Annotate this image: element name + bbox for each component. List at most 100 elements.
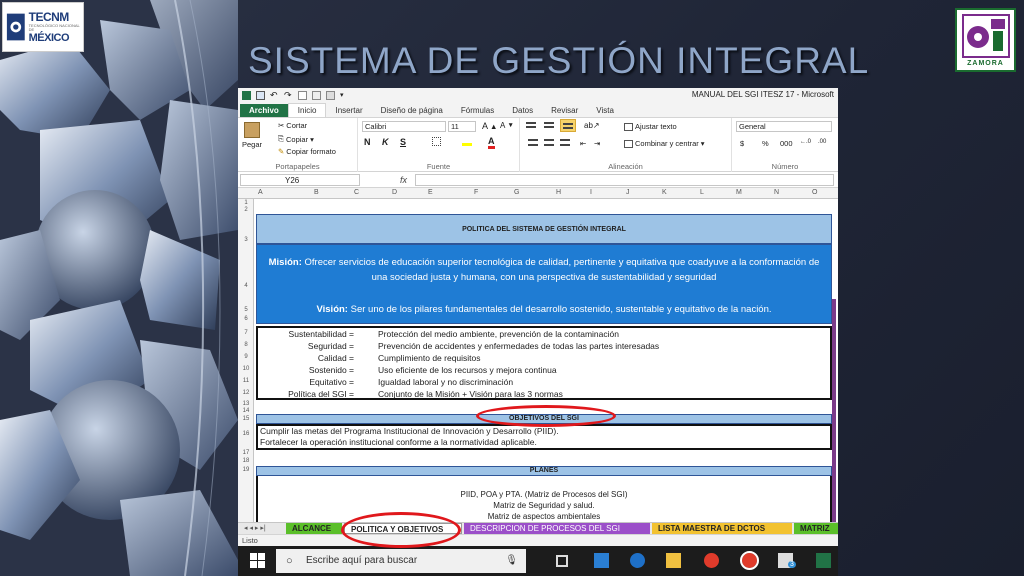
font-size-select[interactable]: 11	[448, 121, 476, 132]
chrome-icon[interactable]	[704, 553, 719, 568]
sheet-tab-alcance[interactable]: ALCANCE	[286, 523, 342, 534]
column-header[interactable]: J	[626, 189, 630, 196]
row-header[interactable]: 19	[238, 467, 254, 473]
align-center-button[interactable]	[544, 139, 554, 146]
column-header[interactable]: K	[662, 189, 667, 196]
objectives-box[interactable]: Cumplir las metas del Programa Instituci…	[256, 424, 832, 450]
font-color-button[interactable]: A	[488, 136, 495, 149]
column-header[interactable]: O	[812, 189, 817, 196]
new-file-icon[interactable]	[298, 90, 307, 100]
save-icon[interactable]	[256, 90, 265, 100]
redo-icon[interactable]: ↷	[284, 90, 293, 100]
row-header[interactable]: 16	[238, 431, 254, 437]
percent-button[interactable]: %	[762, 139, 769, 148]
sheet-tab-matriz[interactable]: MATRIZ	[794, 523, 838, 534]
customize-qat-icon[interactable]: ▾	[340, 91, 349, 100]
column-header[interactable]: A	[258, 189, 263, 196]
align-right-button[interactable]	[560, 139, 570, 146]
column-header[interactable]: H	[556, 189, 561, 196]
underline-button[interactable]: S	[400, 137, 406, 147]
row-header[interactable]: 3	[238, 237, 254, 243]
policy-header-cell[interactable]: POLITICA DEL SISTEMA DE GESTIÓN INTEGRAL	[256, 214, 832, 244]
taskbar-search-input[interactable]: ○ Escribe aquí para buscar 🎙	[276, 549, 526, 573]
row-header[interactable]: 14	[238, 408, 254, 414]
edge-icon[interactable]	[630, 553, 645, 568]
shrink-font-button[interactable]: A ▼	[500, 121, 514, 130]
store-icon[interactable]	[594, 553, 609, 568]
number-format-select[interactable]: General	[736, 121, 832, 132]
row-header[interactable]: 12	[238, 390, 254, 396]
row-header[interactable]: 7	[238, 330, 254, 336]
column-header[interactable]: E	[428, 189, 433, 196]
row-header[interactable]: 11	[238, 378, 254, 384]
plans-box[interactable]: PIID, POA y PTA. (Matriz de Procesos del…	[256, 476, 832, 522]
indent-decrease-button[interactable]: ⇤	[580, 139, 586, 148]
decrease-decimal-button[interactable]: .00	[818, 139, 826, 145]
sheet-tab-lista-maestra[interactable]: LISTA MAESTRA DE DCTOS	[652, 523, 792, 534]
definition-row[interactable]: Calidad = Cumplimiento de requisitos	[258, 353, 832, 365]
column-header[interactable]: N	[774, 189, 779, 196]
row-header[interactable]: 15	[238, 416, 254, 422]
formula-input[interactable]	[415, 173, 834, 186]
fx-icon[interactable]: fx	[400, 175, 407, 185]
row-header[interactable]: 4	[238, 283, 254, 289]
italic-button[interactable]: K	[382, 137, 389, 147]
row-header[interactable]: 10	[238, 366, 254, 372]
indent-increase-button[interactable]: ⇥	[594, 139, 600, 148]
align-top-button[interactable]	[526, 122, 536, 128]
thousands-button[interactable]: 000	[780, 139, 793, 148]
row-header[interactable]: 5	[238, 307, 254, 313]
undo-icon[interactable]: ↶	[270, 90, 279, 100]
copy-button[interactable]: ⎘ Copiar ▾	[278, 134, 314, 144]
row-header[interactable]: 2	[238, 207, 254, 213]
file-explorer-icon[interactable]	[666, 553, 681, 568]
tab-archivo[interactable]: Archivo	[240, 104, 288, 117]
microphone-icon[interactable]: 🎙	[505, 549, 518, 573]
tab-revisar[interactable]: Revisar	[542, 104, 587, 117]
column-header[interactable]: B	[314, 189, 319, 196]
column-header[interactable]: F	[474, 189, 478, 196]
row-header[interactable]: 18	[238, 458, 254, 464]
align-middle-button[interactable]	[544, 122, 554, 128]
merge-center-button[interactable]: Combinar y centrar ▾	[624, 139, 705, 148]
row-header[interactable]: 8	[238, 342, 254, 348]
sheet-tab-descripcion-de-procesos[interactable]: DESCRIPCION DE PROCESOS DEL SGI	[464, 523, 650, 534]
row-header[interactable]: 17	[238, 450, 254, 456]
chrome-active-icon[interactable]	[740, 551, 759, 570]
column-header[interactable]: C	[354, 189, 359, 196]
tab-diseno-de-pagina[interactable]: Diseño de página	[372, 104, 452, 117]
column-header[interactable]: I	[590, 189, 592, 196]
increase-decimal-button[interactable]: ←.0	[800, 139, 811, 145]
sheet-nav-arrows[interactable]: ◂ ◂ ▸ ▸|	[238, 523, 272, 534]
align-left-button[interactable]	[528, 139, 538, 146]
definition-row[interactable]: Equitativo = Igualdad laboral y no discri…	[258, 377, 832, 389]
definition-row[interactable]: Sostenido = Uso eficiente de los recursos…	[258, 365, 832, 377]
row-header[interactable]: 1	[238, 200, 254, 206]
bold-button[interactable]: N	[364, 137, 371, 147]
column-header[interactable]: L	[700, 189, 704, 196]
worksheet[interactable]: 1 2 3 4 5 6 7 8 9 10 11 12 13 14 15 16 1…	[238, 199, 838, 522]
tab-vista[interactable]: Vista	[587, 104, 623, 117]
task-view-icon[interactable]	[556, 555, 568, 567]
definition-row[interactable]: Política del SGI = Conjunto de la Misión …	[258, 389, 832, 401]
plans-header-cell[interactable]: PLANES	[256, 466, 832, 476]
column-header[interactable]: G	[514, 189, 519, 196]
name-box[interactable]: Y26	[240, 173, 360, 186]
windows-start-icon[interactable]	[250, 553, 265, 568]
orientation-button[interactable]: ab↗	[584, 121, 600, 130]
definition-row[interactable]: Seguridad = Prevención de accidentes y en…	[258, 341, 832, 353]
wrap-text-button[interactable]: Ajustar texto	[624, 122, 677, 131]
print-preview-icon[interactable]	[312, 90, 321, 100]
paste-button[interactable]: Pegar	[242, 122, 262, 149]
column-header[interactable]: M	[736, 189, 742, 196]
row-header[interactable]: 13	[238, 401, 254, 407]
print-icon[interactable]	[326, 90, 335, 100]
row-header[interactable]: 9	[238, 354, 254, 360]
grow-font-button[interactable]: A ▲	[482, 121, 497, 131]
mision-vision-cell[interactable]: Misión: Ofrecer servicios de educación s…	[256, 244, 832, 324]
tab-insertar[interactable]: Insertar	[326, 104, 371, 117]
fill-color-button[interactable]	[462, 137, 472, 146]
format-painter-button[interactable]: ✎ Copiar formato	[278, 147, 336, 156]
cut-button[interactable]: ✂ Cortar	[278, 121, 307, 130]
font-name-select[interactable]: Calibri	[362, 121, 446, 132]
